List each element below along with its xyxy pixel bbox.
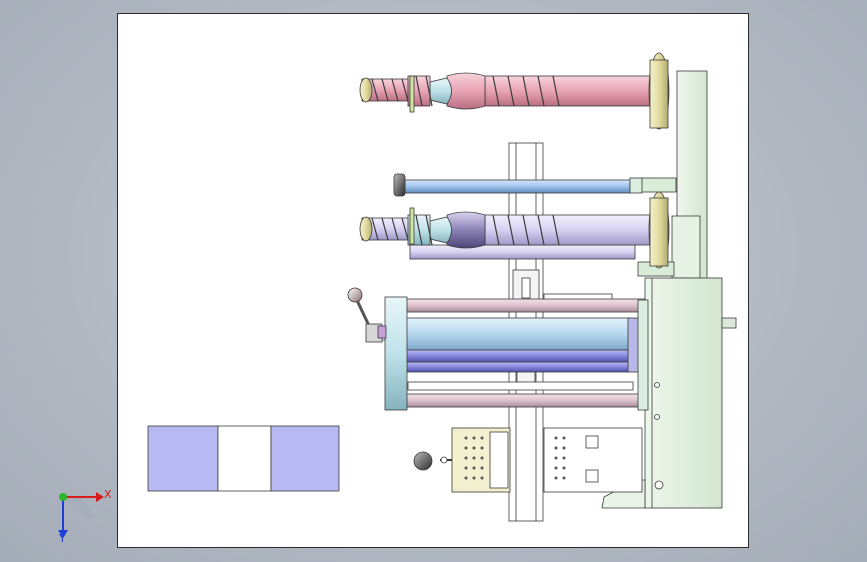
assembly-drawing[interactable]: X Y <box>0 0 867 562</box>
roller-assembly <box>366 296 649 411</box>
axis-triad-icon: X Y <box>58 488 112 545</box>
knob-icon[interactable] <box>413 451 433 471</box>
title-block <box>147 425 340 492</box>
cad-viewport[interactable]: X Y <box>0 0 867 562</box>
x-axis-label: X <box>104 488 112 501</box>
upper-lead-screw <box>359 52 670 130</box>
y-axis-label: Y <box>58 532 66 545</box>
rotation-handle-icon[interactable] <box>347 287 387 343</box>
